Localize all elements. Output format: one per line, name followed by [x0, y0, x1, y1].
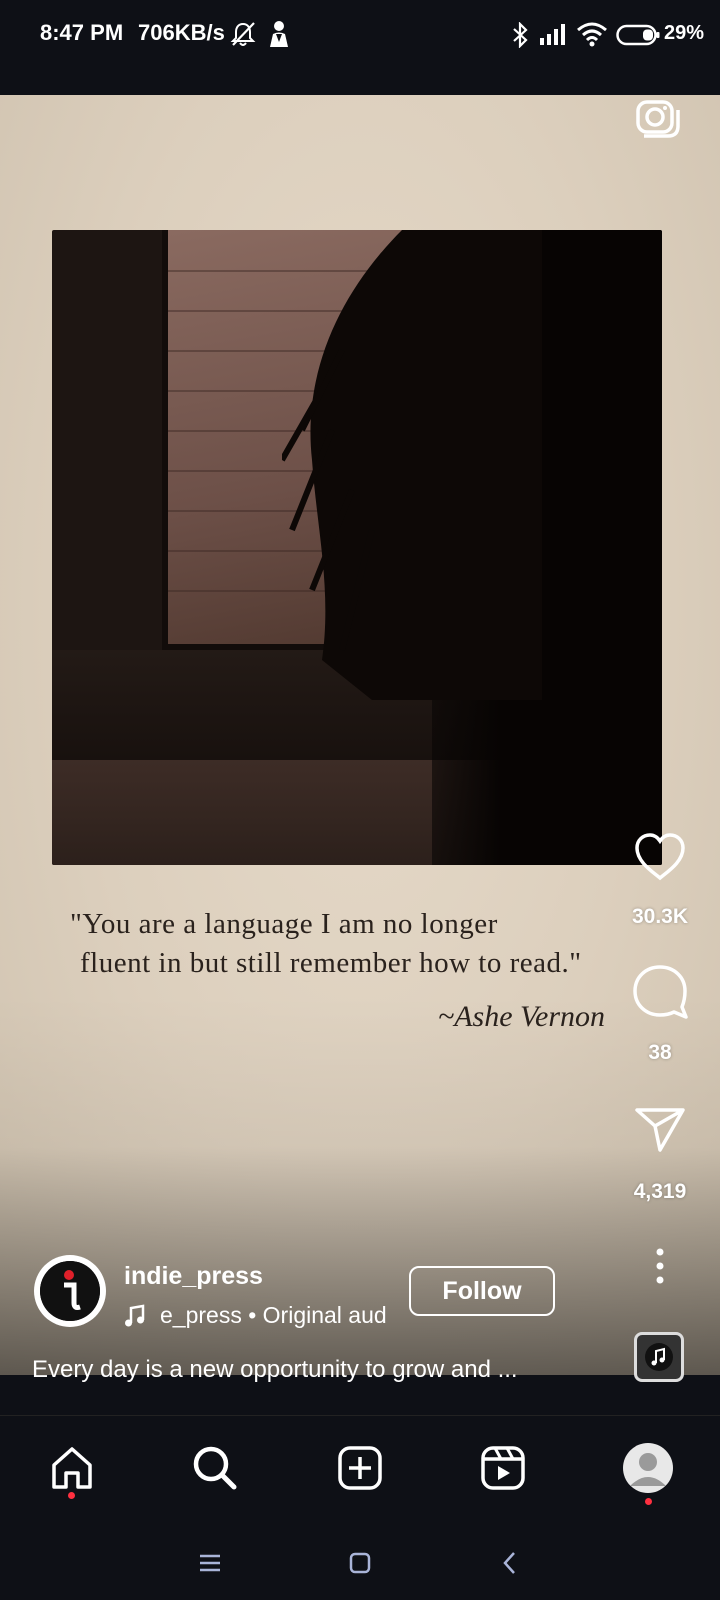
- quote-line-2: fluent in but still remember how to read…: [80, 947, 582, 979]
- battery-icon: [616, 24, 660, 46]
- comment-icon: [633, 965, 688, 1019]
- indie-press-logo-icon: [40, 1261, 100, 1321]
- status-network-speed: 706KB/s: [138, 20, 225, 45]
- nav-home[interactable]: [42, 1438, 102, 1498]
- menu-icon: [200, 1554, 220, 1572]
- music-note-icon: [645, 1343, 673, 1371]
- square-icon: [349, 1552, 371, 1574]
- nav-profile[interactable]: [618, 1438, 678, 1498]
- chevron-left-icon: [503, 1552, 515, 1574]
- nav-reels[interactable]: [473, 1438, 533, 1498]
- home-notification-dot: [68, 1492, 75, 1499]
- send-icon: [635, 1108, 685, 1152]
- signal-icon: [540, 24, 565, 45]
- post-caption[interactable]: Every day is a new opportunity to grow a…: [32, 1356, 518, 1384]
- quote-line-1: "You are a language I am no longer: [70, 908, 498, 940]
- more-options-button[interactable]: [630, 1236, 690, 1296]
- music-note-icon: [125, 1304, 145, 1326]
- search-icon: [193, 1446, 237, 1490]
- heart-icon: [635, 833, 685, 881]
- like-button[interactable]: [630, 827, 690, 887]
- comment-count: 38: [648, 1041, 672, 1064]
- home-icon: [52, 1447, 92, 1489]
- audio-thumbnail[interactable]: [634, 1332, 684, 1382]
- system-navigation-bar: [0, 1525, 720, 1600]
- audio-label: e_press • Original aud: [160, 1302, 387, 1328]
- profile-avatar-icon: [623, 1443, 673, 1493]
- quote-author: ~Ashe Vernon: [438, 1000, 606, 1033]
- bottom-nav: [0, 1415, 720, 1525]
- camera-icon[interactable]: [632, 96, 680, 140]
- status-time: 8:47 PM: [40, 20, 124, 45]
- battery-percent: 29%: [664, 22, 705, 44]
- audio-info[interactable]: e_press • Original aud: [124, 1302, 387, 1329]
- back-button[interactable]: [494, 1547, 526, 1579]
- post-quote: "You are a language I am no longer fluen…: [70, 905, 650, 983]
- author-avatar[interactable]: [34, 1255, 106, 1327]
- post-photo: [52, 230, 662, 865]
- profile-notification-dot: [645, 1498, 652, 1505]
- author-username[interactable]: indie_press: [124, 1262, 263, 1291]
- reels-icon: [481, 1446, 525, 1490]
- share-count: 4,319: [633, 1180, 687, 1203]
- recents-button[interactable]: [194, 1547, 226, 1579]
- comment-button[interactable]: [630, 962, 690, 1022]
- incognito-person-icon: [270, 21, 288, 47]
- nav-create[interactable]: [330, 1438, 390, 1498]
- nav-search[interactable]: [185, 1438, 245, 1498]
- wifi-icon: [577, 22, 607, 47]
- plant-silhouette: [282, 230, 542, 700]
- follow-button[interactable]: Follow: [409, 1266, 555, 1316]
- like-count: 30.3K: [631, 905, 689, 928]
- share-button[interactable]: [630, 1100, 690, 1160]
- home-system-button[interactable]: [344, 1547, 376, 1579]
- more-vertical-icon: [656, 1248, 664, 1284]
- mute-bell-icon: [230, 22, 256, 46]
- status-bar: 8:47 PM 706KB/s 29%: [0, 0, 720, 70]
- create-icon: [338, 1446, 382, 1490]
- bluetooth-icon: [513, 22, 528, 48]
